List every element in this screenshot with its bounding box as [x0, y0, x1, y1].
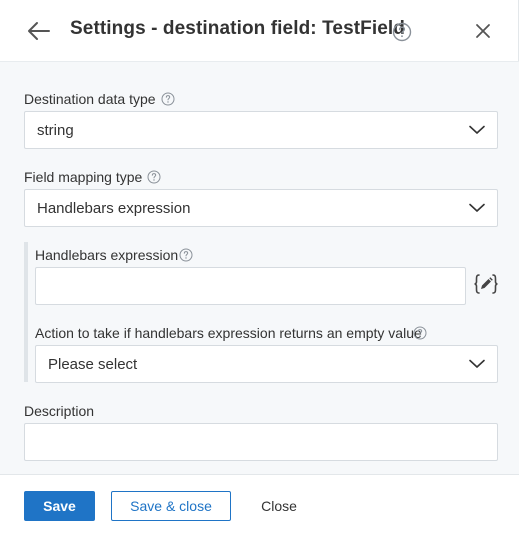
destination-data-type-select[interactable]: string: [24, 111, 498, 149]
save-button[interactable]: Save: [24, 491, 95, 521]
close-icon[interactable]: [473, 21, 493, 41]
close-button[interactable]: Close: [248, 491, 310, 521]
help-icon[interactable]: [161, 92, 175, 106]
empty-action-select[interactable]: Please select: [35, 345, 498, 383]
help-icon[interactable]: [179, 248, 193, 262]
settings-drawer: Settings - destination field: TestField …: [0, 0, 519, 536]
drawer-body: Destination data type string Field mappi…: [0, 62, 519, 474]
chevron-down-icon: [469, 125, 485, 134]
save-and-close-button[interactable]: Save & close: [111, 491, 231, 521]
description-label: Description: [24, 403, 95, 419]
back-arrow-icon[interactable]: [26, 19, 52, 43]
field-mapping-type-select[interactable]: Handlebars expression: [24, 189, 498, 227]
page-title: Settings - destination field: TestField: [70, 18, 406, 39]
help-icon[interactable]: [413, 326, 427, 340]
empty-action-value: Please select: [48, 356, 138, 373]
destination-data-type-label: Destination data type: [24, 91, 156, 107]
description-input[interactable]: [24, 423, 498, 461]
chevron-down-icon: [469, 203, 485, 212]
chevron-down-icon: [469, 359, 485, 368]
nested-group-indicator: [24, 242, 28, 382]
handlebars-editor-icon[interactable]: [473, 273, 499, 295]
field-mapping-type-label: Field mapping type: [24, 169, 143, 185]
drawer-header: Settings - destination field: TestField: [0, 0, 519, 62]
help-icon[interactable]: [147, 170, 161, 184]
drawer-footer: Save Save & close Close: [0, 474, 519, 536]
empty-action-label: Action to take if handlebars expression …: [35, 325, 422, 341]
field-mapping-type-value: Handlebars expression: [37, 200, 191, 217]
handlebars-expression-input[interactable]: [35, 267, 466, 305]
destination-data-type-value: string: [37, 122, 74, 139]
help-icon[interactable]: [392, 22, 412, 42]
handlebars-expression-label: Handlebars expression: [35, 247, 179, 263]
